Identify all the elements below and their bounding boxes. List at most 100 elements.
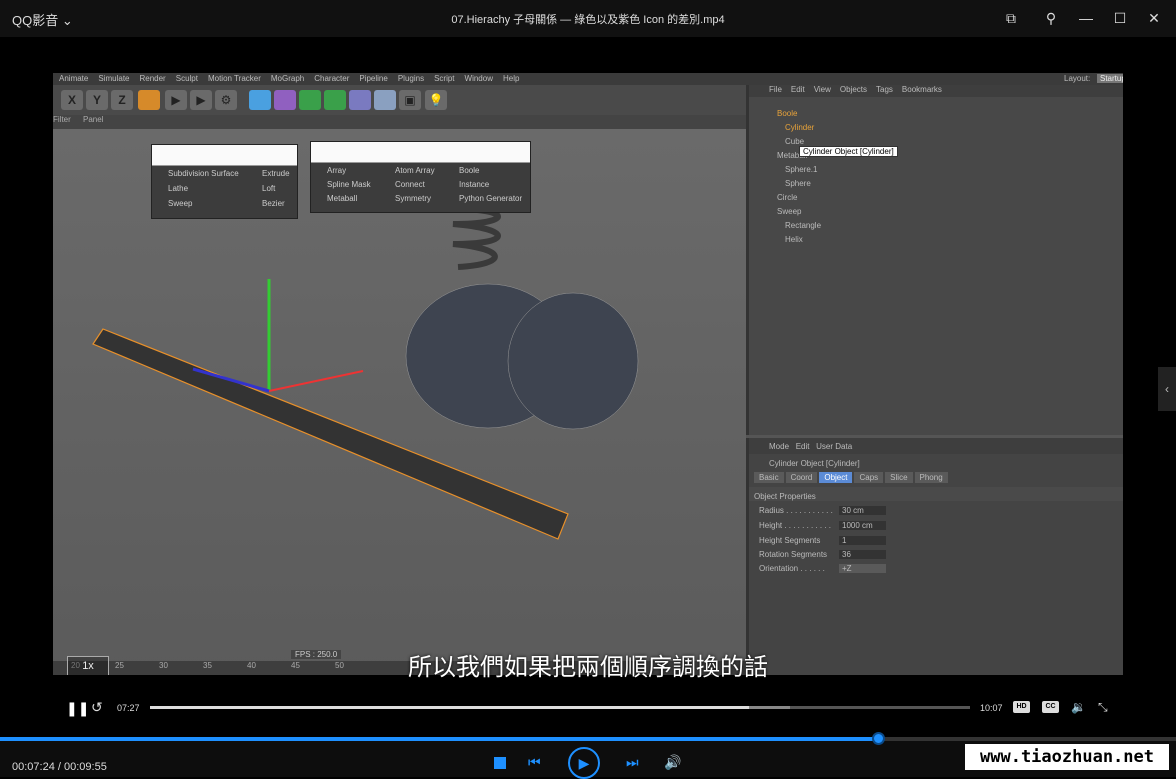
cc-badge[interactable]: CC: [1042, 701, 1059, 713]
close-button[interactable]: ✕: [1143, 8, 1165, 28]
pin-icon[interactable]: ⚲: [1040, 8, 1062, 28]
maximize-button[interactable]: ☐: [1109, 8, 1131, 28]
replay-10-icon[interactable]: ↺: [91, 699, 103, 716]
volume-icon[interactable]: 🔊: [664, 754, 681, 771]
viewport-header: Filter Panel: [53, 115, 746, 129]
menu-loft: Loft: [262, 184, 276, 193]
attribute-tabs: Basic Coord Object Caps Slice Phong: [749, 468, 1123, 483]
prop-value: 1: [839, 536, 886, 545]
render-settings-icon: ⚙: [215, 90, 237, 110]
menu-extrude: Extrude: [262, 169, 290, 178]
prop-orientation: Orientation . . . . . . +Z: [759, 564, 886, 576]
video-frame[interactable]: Animate Simulate Render Sculpt Motion Tracke…: [53, 73, 1123, 675]
object-sphere-1: Sphere.1: [785, 165, 818, 174]
menu-item: Animate: [59, 74, 89, 83]
deformer-icon: [349, 90, 371, 110]
object-manager-menu: File Edit View Objects Tags Bookmarks: [749, 85, 1123, 97]
pause-icon[interactable]: ❚❚: [66, 700, 89, 717]
screenshot-icon[interactable]: ⧉: [1000, 8, 1022, 28]
tab-basic: Basic: [754, 472, 784, 483]
tab-caps: Caps: [854, 472, 884, 483]
3d-viewport: Subdivision Surface Extrude Lathe Loft S…: [53, 129, 746, 675]
menu-item: Character: [314, 74, 350, 83]
menu-item: Render: [139, 74, 166, 83]
prop-label: Height . . . . . . . . . . .: [759, 521, 832, 530]
menu-item: Motion Tracker: [207, 74, 261, 83]
progress-played: [0, 737, 879, 741]
next-icon[interactable]: ⏭: [626, 754, 639, 771]
menu-item: Window: [464, 74, 493, 83]
minimize-button[interactable]: —: [1075, 8, 1097, 28]
side-panel-toggle[interactable]: ‹: [1158, 367, 1176, 411]
previous-icon[interactable]: ⏮: [528, 754, 541, 771]
video-timeline[interactable]: [150, 706, 970, 709]
section-title: Object Properties: [749, 487, 1123, 501]
layout-value: Startup: [1097, 74, 1123, 83]
play-icon[interactable]: ▶: [568, 747, 600, 779]
attribute-menu: Mode Edit User Data: [749, 438, 1123, 454]
menu-item: Pipeline: [359, 74, 388, 83]
prop-label: Orientation . . . . . .: [759, 564, 825, 573]
playlist-progress[interactable]: [0, 732, 1176, 745]
prop-value: +Z: [839, 564, 886, 573]
volume-icon[interactable]: 🔉: [1071, 700, 1086, 714]
prop-label: Height Segments: [759, 536, 821, 545]
layout-label: Layout:: [1064, 74, 1091, 83]
menu-instance: Instance: [459, 180, 490, 189]
prop-value: 1000 cm: [839, 521, 886, 530]
camera-icon: ▣: [399, 90, 421, 110]
x-axis-tool: X: [61, 90, 83, 110]
attr-menu-edit: Edit: [795, 442, 810, 451]
object-rectangle: Rectangle: [785, 221, 822, 230]
object-sphere: Sphere: [785, 179, 811, 188]
prop-rotation-segments: Rotation Segments 36: [759, 550, 886, 562]
menu-metaball: Metaball: [327, 194, 358, 203]
menu-item: Sculpt: [175, 74, 198, 83]
stop-icon[interactable]: [494, 757, 506, 769]
om-menu-bookmarks: Bookmarks: [901, 85, 942, 94]
prop-label: Radius . . . . . . . . . . .: [759, 506, 833, 515]
menu-boole: Boole: [459, 166, 480, 175]
menu-atom-array: Atom Array: [395, 166, 435, 175]
render-view-icon: ▶: [165, 90, 187, 110]
watermark: www.tiaozhuan.net: [965, 744, 1169, 770]
tab-slice: Slice: [885, 472, 913, 483]
playback-time: 00:07:24 / 00:09:55: [12, 761, 107, 773]
prop-label: Rotation Segments: [759, 550, 828, 559]
prop-height: Height . . . . . . . . . . . 1000 cm: [759, 521, 886, 533]
attribute-title: Cylinder Object [Cylinder]: [769, 459, 860, 468]
popup-modeling: Array Atom Array Boole Spline Mask Conne…: [310, 141, 531, 213]
prop-value: 36: [839, 550, 886, 559]
helix-sweep: [452, 206, 501, 270]
hd-badge[interactable]: HD: [1013, 701, 1030, 713]
total-time: 10:07: [980, 703, 1003, 713]
menu-connect: Connect: [395, 180, 425, 189]
title-bar: QQ影音 ⌄ 07.Hierachy 子母關係 — 綠色以及紫色 Icon 的差…: [0, 0, 1176, 37]
tab-coord: Coord: [785, 472, 818, 483]
prop-radius: Radius . . . . . . . . . . . 30 cm: [759, 506, 886, 518]
fullscreen-icon[interactable]: ⤡: [1098, 700, 1108, 715]
menu-array: Array: [327, 166, 347, 175]
om-menu-tags: Tags: [876, 85, 893, 94]
menu-python-generator: Python Generator: [459, 194, 523, 203]
metaball-sphere-2: [507, 292, 639, 430]
menu-bezier: Bezier: [262, 199, 285, 208]
tab-object: Object: [819, 472, 853, 483]
y-axis-tool: Y: [86, 90, 108, 110]
om-menu-file: File: [769, 85, 782, 94]
menu-symmetry: Symmetry: [395, 194, 431, 203]
prop-value: 30 cm: [839, 506, 886, 515]
object-helix: Helix: [785, 235, 803, 244]
object-circle: Circle: [777, 193, 798, 202]
c4d-menubar: Animate Simulate Render Sculpt Motion Tracke…: [53, 73, 1123, 85]
current-time: 07:27: [117, 703, 140, 713]
timeline-played: [150, 706, 749, 709]
coord-tool-icon: [138, 90, 160, 110]
c4d-toolbar: X Y Z ▶ ▶ ⚙ ▣ 💡: [53, 85, 746, 115]
x-axis-gizmo: [268, 370, 364, 392]
tab-phong: Phong: [914, 472, 948, 483]
viewport-menu-filter: Filter: [53, 115, 71, 124]
light-icon: 💡: [425, 90, 447, 110]
menu-item: Plugins: [397, 74, 425, 83]
menu-item: Script: [434, 74, 455, 83]
